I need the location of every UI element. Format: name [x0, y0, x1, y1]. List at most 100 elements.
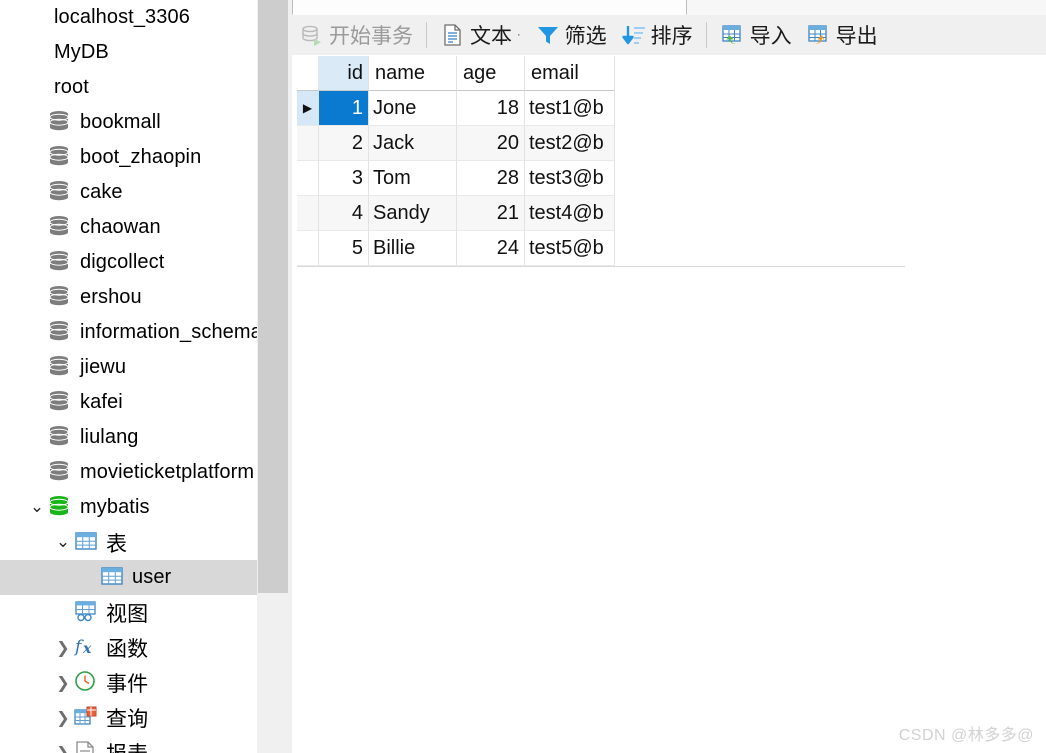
filter-button[interactable]: 筛选 [528, 15, 614, 55]
cell-email[interactable]: test1@b [525, 91, 615, 126]
tree-item-digcollect[interactable]: digcollect [0, 245, 257, 280]
cell-email[interactable]: test3@b [525, 161, 615, 196]
cell-name[interactable]: Tom [369, 161, 457, 196]
database-tree-sidebar[interactable]: localhost_3306 MyDB root bookmall boot_zhaop… [0, 0, 257, 753]
row-selector-cell[interactable] [297, 196, 319, 231]
tree-item-表[interactable]: ⌄ 表 [0, 525, 257, 560]
scrollbar-thumb[interactable] [258, 0, 288, 593]
column-header-id[interactable]: id [319, 56, 369, 91]
import-button[interactable]: 导入 [713, 15, 799, 55]
row-selector-cell[interactable]: ▶ [297, 91, 319, 126]
chevron-right-icon[interactable]: ❯ [52, 744, 74, 753]
chevron-down-icon[interactable]: · [517, 29, 521, 41]
tree-item-事件[interactable]: ❯ 事件 [0, 665, 257, 700]
cell-email[interactable]: test5@b [525, 231, 615, 266]
tree-item-boot_zhaopin[interactable]: boot_zhaopin [0, 140, 257, 175]
filter-label: 筛选 [564, 25, 607, 48]
text-button[interactable]: 文本 · [433, 15, 528, 55]
tree-item-bookmall[interactable]: bookmall [0, 105, 257, 140]
tree-item-MyDB[interactable]: MyDB [0, 35, 257, 70]
tree-item-cake[interactable]: cake [0, 175, 257, 210]
tree-item-label: digcollect [80, 251, 165, 273]
export-button[interactable]: 导出 [799, 15, 885, 55]
tree-item-ershou[interactable]: ershou [0, 280, 257, 315]
functions-icon: fx [74, 635, 100, 661]
chevron-right-icon[interactable]: ❯ [52, 674, 74, 691]
cell-email[interactable]: test4@b [525, 196, 615, 231]
cell-email[interactable]: test2@b [525, 126, 615, 161]
tree-item-label: movieticketplatform [80, 461, 255, 483]
cell-id[interactable]: 2 [319, 126, 369, 161]
cell-name[interactable]: Sandy [369, 196, 457, 231]
cell-age[interactable]: 20 [457, 126, 525, 161]
cell-age[interactable]: 28 [457, 161, 525, 196]
connection-icon [22, 39, 48, 66]
import-label: 导入 [749, 25, 792, 48]
tree-item-报表[interactable]: ❯ 报表 [0, 735, 257, 753]
cell-age[interactable]: 24 [457, 231, 525, 266]
table-row[interactable]: ▶ 1 Jone 18 test1@b [297, 91, 905, 126]
table-row[interactable]: 4 Sandy 21 test4@b [297, 196, 905, 231]
cell-id[interactable]: 1 [319, 91, 369, 126]
cell-id[interactable]: 5 [319, 231, 369, 266]
tree-item-label: 表 [106, 532, 128, 556]
tree-item-label: 事件 [106, 672, 149, 696]
tree-item-label: chaowan [80, 216, 161, 238]
tree-item-mybatis[interactable]: ⌄ mybatis [0, 490, 257, 525]
column-header-age[interactable]: age [457, 56, 525, 91]
table-row[interactable]: 5 Billie 24 test5@b [297, 231, 905, 266]
cell-age[interactable]: 21 [457, 196, 525, 231]
connection-icon [22, 4, 48, 31]
sort-descending-icon [621, 22, 647, 48]
sidebar-vertical-scrollbar[interactable] [257, 0, 292, 753]
cell-id[interactable]: 3 [319, 161, 369, 196]
database-icon [48, 320, 74, 346]
column-header-name[interactable]: name [369, 56, 457, 91]
tables-folder-icon [74, 530, 100, 556]
tree-item-label: 视图 [106, 602, 149, 626]
tree-item-root[interactable]: root [0, 70, 257, 105]
begin-transaction-button[interactable]: 开始事务 [292, 15, 420, 55]
tree-item-查询[interactable]: ❯ 查询 [0, 700, 257, 735]
chevron-down-icon[interactable]: ⌄ [26, 499, 48, 516]
row-selector-cell[interactable] [297, 161, 319, 196]
row-selector-cell[interactable] [297, 126, 319, 161]
row-selector-cell[interactable] [297, 231, 319, 266]
cell-name[interactable]: Jack [369, 126, 457, 161]
data-grid[interactable]: id name age email ▶ 1 Jone 18 test1@b 2 Jack 20 tes… [297, 56, 905, 267]
tree-item-label: 查询 [106, 707, 149, 731]
cell-id[interactable]: 4 [319, 196, 369, 231]
tab-0[interactable] [292, 0, 406, 15]
text-label: 文本 [470, 25, 512, 48]
tree-item-information_schema[interactable]: information_schema [0, 315, 257, 350]
cell-name[interactable]: Billie [369, 231, 457, 266]
database-icon [48, 250, 74, 276]
database-icon [48, 215, 74, 241]
database-icon [48, 110, 74, 136]
chevron-right-icon[interactable]: ❯ [52, 709, 74, 726]
tree-item-chaowan[interactable]: chaowan [0, 210, 257, 245]
cell-name[interactable]: Jone [369, 91, 457, 126]
tree-item-label: boot_zhaopin [80, 146, 202, 168]
table-row[interactable]: 2 Jack 20 test2@b [297, 126, 905, 161]
grid-toolbar[interactable]: 开始事务 文本 · 筛选 排序 导入 导出 [292, 15, 1046, 55]
grid-body[interactable]: ▶ 1 Jone 18 test1@b 2 Jack 20 test2@b 3 Tom 28 test3… [297, 91, 905, 266]
tree-item-视图[interactable]: 视图 [0, 595, 257, 630]
chevron-right-icon[interactable]: ❯ [52, 639, 74, 656]
table-row[interactable]: 3 Tom 28 test3@b [297, 161, 905, 196]
tree-item-函数[interactable]: ❯ f x 函数 [0, 630, 257, 665]
database-icon [48, 180, 74, 206]
tab-1[interactable] [404, 0, 687, 15]
tree-item-jiewu[interactable]: jiewu [0, 350, 257, 385]
tree-item-kafei[interactable]: kafei [0, 385, 257, 420]
chevron-down-icon[interactable]: ⌄ [52, 534, 74, 551]
sort-button[interactable]: 排序 [614, 15, 700, 55]
queries-icon [74, 705, 100, 731]
tree-item-localhost_3306[interactable]: localhost_3306 [0, 0, 257, 35]
tree-item-liulang[interactable]: liulang [0, 420, 257, 455]
tree-item-movieticketplatform[interactable]: movieticketplatform [0, 455, 257, 490]
tab-strip[interactable] [292, 0, 1046, 16]
tree-item-user[interactable]: user [0, 560, 257, 595]
column-header-email[interactable]: email [525, 56, 615, 91]
cell-age[interactable]: 18 [457, 91, 525, 126]
